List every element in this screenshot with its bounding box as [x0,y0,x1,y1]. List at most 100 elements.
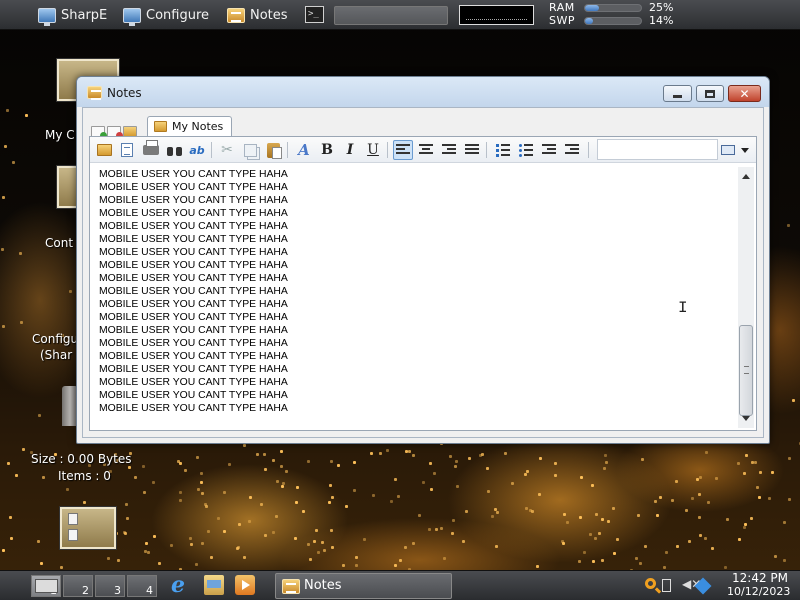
city-light [634,556,638,560]
paste-button[interactable] [263,140,283,160]
align-center-button[interactable] [416,140,436,160]
city-light [83,500,87,504]
network-icon[interactable] [662,579,671,592]
folder-open-icon [96,144,112,156]
city-light [603,453,607,457]
align-left-button[interactable] [393,140,413,160]
workspace-2[interactable]: 2 [63,575,93,597]
city-light [295,500,299,504]
city-light [606,519,610,523]
sharpe-launcher[interactable]: SharpE [38,5,108,26]
justify-button[interactable] [462,140,482,160]
search-icon[interactable] [645,578,656,589]
city-light [791,398,795,402]
outdent-button[interactable] [539,140,559,160]
underline-button[interactable]: U [363,140,383,160]
monitor-icon [123,7,141,26]
numbered-list-button[interactable] [493,140,513,160]
city-light [216,516,220,520]
clock-time[interactable]: 12:42 PM [732,571,788,585]
window-title: Notes [107,86,142,100]
font-button[interactable]: A [294,140,314,160]
cut-button[interactable]: ✂ [217,140,237,160]
swap-meter [584,17,642,25]
text-color-button[interactable] [721,142,757,158]
city-light [562,512,566,516]
city-light [658,495,662,499]
panel-run-input[interactable] [334,6,448,25]
copy-button[interactable] [240,140,260,160]
editor-frame: ab ✂ A B I U MOBILE USER YOU CANT TYPE H… [89,136,757,431]
city-light [330,546,334,550]
save-button[interactable] [117,140,137,160]
documents-folder-icon[interactable] [60,507,116,549]
align-right-button[interactable] [439,140,459,160]
terminal-icon[interactable]: >_ [305,6,324,23]
city-light [301,510,305,514]
city-light [684,508,688,512]
note-line: MOBILE USER YOU CANT TYPE HAHA [99,351,288,362]
italic-button[interactable]: I [340,140,360,160]
scroll-down-icon[interactable] [742,416,750,421]
document-icon [121,143,133,157]
find-button[interactable] [164,140,184,160]
browser-icon[interactable]: e [171,574,191,596]
city-light [352,489,356,493]
clock-date[interactable]: 10/12/2023 [727,585,790,598]
city-light [4,145,8,149]
toolbar-separator [387,142,388,158]
workspace-1[interactable]: 1 [31,575,61,597]
workspace-3[interactable]: 3 [95,575,125,597]
scroll-up-icon[interactable] [742,174,750,179]
desktop-items-readout: Items : 0 [58,469,111,483]
city-light [539,457,543,461]
maximize-button[interactable] [696,85,724,102]
city-light [327,501,331,505]
city-light [749,516,753,520]
city-light [653,499,657,503]
city-light [553,461,557,465]
align-left-icon [396,144,410,156]
city-light [451,531,454,535]
city-light [263,534,267,538]
city-light [434,527,438,531]
title-bar[interactable]: Notes ✕ [77,77,769,107]
note-line: MOBILE USER YOU CANT TYPE HAHA [99,247,288,258]
minimize-button[interactable] [663,85,692,102]
tab-my-notes[interactable]: My Notes [147,116,233,137]
font-size-combo[interactable] [597,139,718,160]
desktop-icon-label: Configu [32,332,79,346]
configure-launcher[interactable]: Configure [123,5,209,26]
sharpe-launcher-label: SharpE [61,7,108,23]
city-light [611,506,615,510]
city-light [24,114,28,118]
media-player-icon[interactable] [235,575,255,595]
close-button[interactable]: ✕ [728,85,761,102]
city-light [341,564,345,568]
taskbar-notes-button[interactable]: Notes [275,573,452,599]
city-light [210,555,214,559]
city-light [726,517,730,521]
indent-button[interactable] [562,140,582,160]
note-text-area[interactable]: MOBILE USER YOU CANT TYPE HAHA MOBILE USE… [99,168,729,414]
file-explorer-icon[interactable] [204,575,224,595]
scrollbar-thumb[interactable] [739,325,753,416]
replace-button[interactable]: ab [187,140,207,160]
open-button[interactable] [94,140,114,160]
city-light [329,528,333,532]
close-icon: ✕ [739,86,750,101]
city-light [399,558,403,562]
city-light [428,461,432,465]
city-light [144,549,148,553]
bullet-list-button[interactable] [516,140,536,160]
city-light [448,455,452,458]
city-light [602,467,606,471]
vertical-scrollbar[interactable] [738,167,754,428]
note-line: MOBILE USER YOU CANT TYPE HAHA [99,182,288,193]
print-button[interactable] [141,140,161,160]
workspace-4[interactable]: 4 [127,575,157,597]
city-light [704,537,708,541]
city-light [699,476,703,479]
bold-button[interactable]: B [317,140,337,160]
notes-launcher[interactable]: Notes [227,5,288,25]
